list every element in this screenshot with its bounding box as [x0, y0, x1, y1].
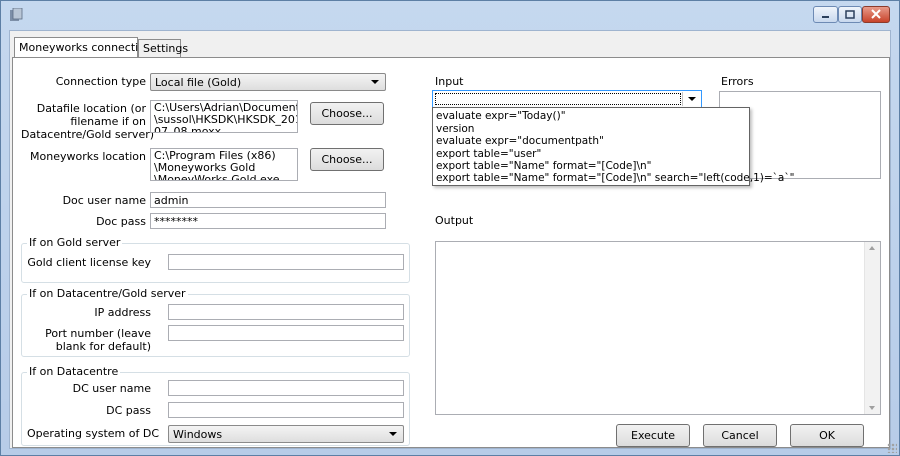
port-number-field[interactable]	[168, 325, 404, 341]
input-label: Input	[435, 75, 464, 88]
chevron-down-icon	[371, 80, 379, 84]
input-combo-value[interactable]	[435, 93, 681, 105]
datafile-location-field[interactable]: C:\Users\Adrian\Documents \sussol\HKSDK\…	[150, 100, 298, 133]
doc-pass-label: Doc pass	[96, 215, 146, 228]
dropdown-option[interactable]: export table="Name" format="[Code]\n"	[436, 160, 651, 172]
errors-label: Errors	[721, 75, 754, 88]
output-pane[interactable]	[435, 241, 881, 415]
dropdown-option[interactable]: export table="Name" format="[Code]\n" se…	[436, 172, 794, 184]
connection-type-select[interactable]: Local file (Gold)	[150, 73, 386, 91]
scroll-up-icon[interactable]	[869, 246, 875, 250]
chevron-down-icon	[688, 97, 696, 101]
title-bar[interactable]	[1, 1, 899, 29]
choose-moneyworks-button[interactable]: Choose...	[310, 148, 384, 171]
connection-type-label: Connection type	[55, 75, 146, 88]
connection-type-value: Local file (Gold)	[155, 76, 242, 89]
datacentre-gold-title: If on Datacentre/Gold server	[27, 287, 188, 300]
resize-grip-icon[interactable]	[887, 443, 897, 453]
dropdown-option[interactable]: evaluate expr="documentpath"	[436, 135, 604, 147]
dc-user-label: DC user name	[72, 382, 151, 395]
datafile-location-label: Datafile location (or filename if on Dat…	[21, 102, 155, 141]
doc-user-label: Doc user name	[62, 194, 146, 207]
os-value: Windows	[173, 428, 223, 441]
chevron-down-icon	[389, 432, 397, 436]
os-select[interactable]: Windows	[168, 425, 404, 443]
app-icon	[10, 8, 23, 21]
doc-user-field[interactable]: admin	[150, 192, 386, 208]
license-key-label: Gold client license key	[27, 256, 151, 269]
input-combo[interactable]	[432, 90, 702, 108]
dc-user-field[interactable]	[168, 380, 404, 396]
scroll-down-icon[interactable]	[869, 406, 875, 410]
moneyworks-location-label: Moneyworks location	[30, 150, 146, 163]
datacentre-title: If on Datacentre	[27, 365, 121, 378]
ip-address-field[interactable]	[168, 304, 404, 320]
maximize-icon	[845, 10, 855, 19]
moneyworks-location-field[interactable]: C:\Program Files (x86) \Moneyworks Gold …	[150, 148, 298, 181]
tab-settings[interactable]: Settings	[138, 39, 188, 57]
output-label: Output	[435, 214, 474, 227]
license-key-field[interactable]	[168, 254, 404, 270]
app-window: Moneyworks connection Settings Connectio…	[0, 0, 900, 456]
execute-button[interactable]: Execute	[616, 424, 690, 447]
dropdown-option[interactable]: evaluate expr="Today()"	[436, 110, 566, 122]
minimize-icon	[822, 16, 829, 18]
port-number-label: Port number (leave blank for default)	[45, 327, 151, 353]
tab-moneyworks-connection[interactable]: Moneyworks connection	[14, 37, 152, 58]
ok-button[interactable]: OK	[790, 424, 864, 447]
dropdown-option[interactable]: export table="user"	[436, 148, 541, 160]
dc-pass-field[interactable]	[168, 402, 404, 418]
doc-pass-field[interactable]: ********	[150, 213, 386, 229]
ip-address-label: IP address	[94, 306, 151, 319]
input-dropdown-list: evaluate expr="Today()" version evaluate…	[432, 107, 794, 186]
dropdown-option[interactable]: version	[436, 123, 474, 135]
choose-datafile-button[interactable]: Choose...	[310, 102, 384, 125]
minimize-button[interactable]	[813, 6, 838, 23]
output-scrollbar[interactable]	[864, 242, 880, 414]
maximize-button[interactable]	[838, 6, 862, 23]
gold-server-title: If on Gold server	[27, 236, 123, 249]
cancel-button[interactable]: Cancel	[703, 424, 777, 447]
close-icon	[871, 9, 881, 19]
close-button[interactable]	[862, 6, 890, 23]
os-label: Operating system of DC	[27, 427, 160, 440]
input-combo-button[interactable]	[682, 92, 700, 106]
dc-pass-label: DC pass	[106, 404, 151, 417]
